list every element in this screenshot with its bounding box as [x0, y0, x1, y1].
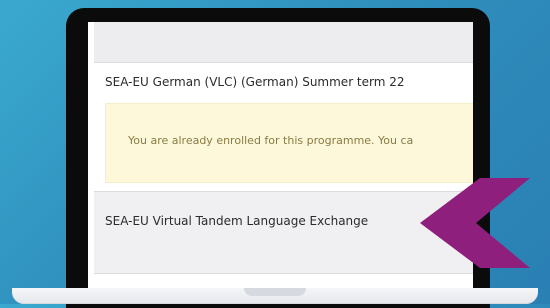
- course-title-german-vlc[interactable]: SEA-EU German (VLC) (German) Summer term…: [105, 75, 405, 89]
- laptop-notch: [244, 288, 306, 296]
- enrolled-notice: You are already enrolled for this progra…: [105, 103, 473, 183]
- pointer-arrow-icon: [420, 178, 530, 268]
- course-title-virtual-tandem[interactable]: SEA-EU Virtual Tandem Language Exchange: [105, 214, 368, 228]
- enrolled-notice-text: You are already enrolled for this progra…: [128, 134, 414, 147]
- course-card-virtual-tandem[interactable]: SEA-EU Virtual Tandem Language Exchange: [94, 191, 473, 274]
- laptop-screen: SEA-EU German (VLC) (German) Summer term…: [88, 22, 473, 304]
- previous-course-card: [94, 22, 473, 63]
